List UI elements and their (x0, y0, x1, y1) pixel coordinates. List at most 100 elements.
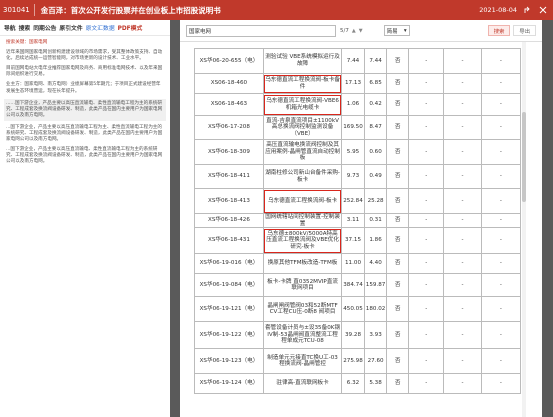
result-text[interactable]: 目前国网电站大电年业推荐国家电网及商务、商用标准电网技术、以及年来国际间组织进行… (6, 66, 164, 78)
cell-d3: - (480, 93, 522, 116)
nav-tab-announcements[interactable]: 同期公告 (33, 23, 56, 32)
cell-d2: - (443, 139, 482, 165)
cell-qty: 5.95 (341, 139, 365, 165)
share-icon[interactable] (523, 5, 533, 15)
contract-table: XS华06-20-655（电） 测验试验 VBE系统模拟运行及故障 7.44 7.44… (194, 48, 522, 395)
cell-d2: - (443, 348, 482, 375)
cell-id: XS华06-19-123（电） (194, 348, 264, 375)
cell-d3: - (480, 188, 522, 214)
cell-id: XS华06-18-426 (194, 212, 264, 229)
cell-d2: - (443, 227, 482, 255)
cell-d3: - (480, 253, 522, 275)
cell-no: 否 (386, 139, 410, 165)
cell-id: XS华06-19-124（电） (194, 373, 264, 395)
date-label: 2021-08-04 (479, 6, 517, 14)
table-row: XS华06-18-413 乌东德直流工程换流阀-板卡 252.84 25.28 否 - - - (194, 188, 522, 214)
cell-d1: - (408, 212, 445, 229)
table-row: XS华06-19-016（电） 换原其他TFM板改造-TFM板 11.00 4.40 否… (194, 253, 522, 275)
export-button[interactable]: 导出 (513, 25, 536, 36)
cell-id: XS华06-18-431 (194, 227, 264, 255)
nav-tab-guide[interactable]: 导航 (4, 23, 16, 32)
cell-price: 8.47 (363, 115, 388, 140)
cell-no: 否 (386, 296, 410, 323)
cell-d3: - (480, 373, 522, 395)
chevron-down-icon[interactable]: ▼ (359, 28, 363, 34)
cell-d3: - (480, 348, 522, 375)
cell-d1: - (408, 115, 445, 140)
cell-id: XS06-18-460 (194, 73, 264, 94)
cell-no: 否 (386, 273, 410, 298)
cell-d3: - (480, 73, 522, 94)
search-box[interactable] (186, 24, 336, 37)
cell-name: 测验试验 VBE系统模拟运行及故障 (262, 48, 343, 74)
result-text[interactable]: 近年来国网国家电网创新构建建设领域的市场需求，受其整体政策支持、自动化，后续达成… (6, 50, 164, 62)
cell-d2: - (443, 188, 482, 214)
cell-d3: - (480, 212, 522, 229)
cell-d1: - (408, 139, 445, 165)
cell-name: 驻律高-直流联网板卡 (262, 373, 343, 395)
mode-select-value: 简易 (386, 28, 398, 35)
close-icon[interactable] (538, 5, 548, 15)
cell-d1: - (408, 273, 445, 298)
search-button[interactable]: 搜索 (487, 25, 511, 36)
cell-name: 国网统辖站间控制装置-控制装置 (262, 212, 343, 229)
left-panel: 导航 搜索 同期公告 原引文件 原文汇数据 PDF模式 搜索关键：国家电网 近年… (0, 20, 170, 417)
result-text[interactable]: ...国下游企业，产品主要以高压直流输电工程为主、柔性直流输电工程为主的系统研究… (6, 125, 164, 143)
result-text[interactable]: ...…国下游企业，产品主要以高压直流输电、柔性直流输电工程为主的系统研究、工程… (4, 98, 166, 121)
scrollbar-thumb[interactable] (522, 112, 526, 202)
cell-price: 0.42 (363, 93, 388, 116)
cell-price: 7.44 (363, 48, 388, 74)
cell-no: 否 (386, 164, 410, 189)
cell-d2: - (443, 73, 482, 94)
table-row: XS华06-18-309 高压直流输电换流阀控制及其应用案例-晶闸管直流自动控制板… (194, 139, 522, 165)
result-text: 搜索关键：国家电网 (6, 40, 48, 45)
title-bar: 301041 金百泽：首次公开发行股票并在创业板上市招股说明书 2021-08-… (0, 0, 553, 20)
cell-id: XS华06-17-208 (194, 115, 264, 140)
cell-price: 1.86 (363, 227, 388, 255)
cell-d3: - (480, 321, 522, 350)
cell-d1: - (408, 73, 445, 94)
result-text[interactable]: ...国下游企业，产品主要以高压直流输电、柔性直流输电工程为主的系统研究、工程成… (6, 147, 164, 165)
chevron-up-icon[interactable]: ▲ (352, 28, 356, 34)
cell-d3: - (480, 227, 522, 255)
cell-id: XS华06-20-655（电） (194, 48, 264, 74)
cell-name: 高压直流输电换流阀控制及其应用案例-晶闸管直流自动控制板 (262, 139, 343, 165)
table-row: XS06-18-463 乌东德直流工程换流阀-VBE6机箱光电缆卡 1.06 0.42… (194, 93, 522, 116)
match-counter: 5/7 (340, 27, 349, 34)
cell-no: 否 (386, 227, 410, 255)
cell-id: XS华06-18-309 (194, 139, 264, 165)
nav-tab-data[interactable]: 原文汇数据 (86, 23, 115, 32)
cell-no: 否 (386, 48, 410, 74)
nav-tab-files[interactable]: 原引文件 (59, 23, 82, 32)
cell-d1: - (408, 48, 445, 74)
cell-qty: 3.11 (341, 212, 365, 229)
document-panel: 5/7 ▲ ▼ 简易 ▾ 搜索 导出 XS华06-20-655（电）测验试验 V… (180, 20, 542, 417)
search-input[interactable] (189, 25, 289, 36)
cell-no: 否 (386, 321, 410, 350)
cell-name: 乌东德直流工程换流阀-VBE6机箱光电缆卡 (262, 93, 343, 116)
cell-d1: - (408, 373, 445, 395)
cell-name: 换原其他TFM板改造-TFM板 (262, 253, 343, 275)
cell-qty: 17.13 (341, 73, 365, 94)
cell-no: 否 (386, 115, 410, 140)
cell-price: 25.28 (363, 188, 388, 214)
cell-no: 否 (386, 188, 410, 214)
cell-id: XS华06-19-121（电） (194, 296, 264, 323)
nav-tab-search[interactable]: 搜索 (19, 23, 31, 32)
cell-d2: - (443, 253, 482, 275)
contract-table-wrap: XS华06-20-655（电） 测验试验 VBE系统模拟运行及故障 7.44 7.44… (194, 48, 522, 395)
cell-no: 否 (386, 348, 410, 375)
nav-tab-pdf[interactable]: PDF模式 (118, 23, 143, 32)
scrollbar[interactable] (522, 42, 526, 417)
cell-d2: - (443, 212, 482, 229)
cell-qty: 252.84 (341, 188, 365, 214)
mode-select[interactable]: 简易 ▾ (383, 25, 410, 36)
cell-id: XS华06-18-411 (194, 164, 264, 189)
cell-id: XS06-18-463 (194, 93, 264, 116)
cell-d1: - (408, 348, 445, 375)
cell-d1: - (408, 227, 445, 255)
result-text[interactable]: 业主方：国家电网、南方电网）业绩屏幕第5年期元；于项目正式建设经营年发展生态环境… (6, 82, 164, 94)
cell-name: 乌东德±800kV/5000A特高压直流工程换流阀及VBE优化研究-板卡 (262, 227, 343, 255)
table-row: XS华06-18-411 湖南柱修公司新山台备件采购-板卡 9.73 0.49 否 - - - (194, 164, 522, 189)
cell-price: 180.02 (363, 296, 388, 323)
